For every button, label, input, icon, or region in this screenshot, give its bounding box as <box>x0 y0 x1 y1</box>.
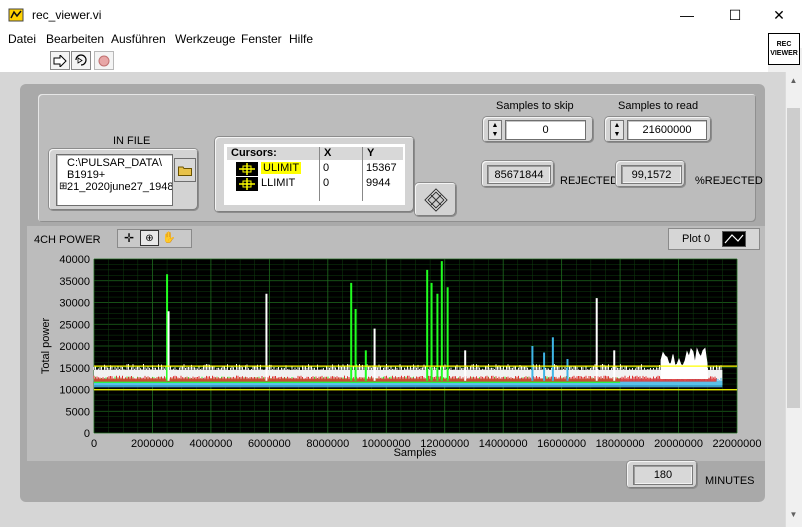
y-tick-label: 20000 <box>59 341 90 353</box>
y-tick-label: 15000 <box>59 363 90 375</box>
cursor-name-ulimit[interactable]: ULIMIT <box>261 162 302 174</box>
pct-rejected-label: %REJECTED <box>695 175 763 187</box>
rejected-indicator: 85671844 <box>487 165 551 184</box>
menu-datei[interactable]: Datei <box>8 32 36 46</box>
y-tick-label: 10000 <box>59 385 90 397</box>
scrollbar-thumb[interactable] <box>787 108 800 408</box>
cursor-y-llimit: 9944 <box>366 177 391 189</box>
x-tick-label: 20000000 <box>654 438 703 450</box>
rejected-label: REJECTED <box>560 175 619 187</box>
x-tick-label: 2000000 <box>131 438 174 450</box>
y-tick-label: 5000 <box>66 406 90 418</box>
minutes-indicator: 180 <box>633 465 693 485</box>
x-tick-label: 8000000 <box>306 438 349 450</box>
y-tick-label: 40000 <box>59 254 90 266</box>
zoom-tool-icon[interactable]: ⊕ <box>140 230 159 246</box>
in-file-path-field[interactable]: ⊞ C:\PULSAR_DATA\ B1919+ 21_2020june27_1… <box>56 154 173 206</box>
run-arrow-icon[interactable] <box>50 51 70 70</box>
close-button[interactable]: ✕ <box>756 0 802 30</box>
path-line: B1919+ <box>67 169 106 181</box>
x-tick-label: 6000000 <box>248 438 291 450</box>
scroll-down-icon[interactable]: ▼ <box>787 510 800 524</box>
menu-bearbeiten[interactable]: Bearbeiten <box>46 32 104 46</box>
x-tick-label: 16000000 <box>537 438 586 450</box>
cursor-move-icon[interactable] <box>415 183 456 216</box>
menu-fenster[interactable]: Fenster <box>241 32 282 46</box>
samples-to-read-input[interactable]: 21600000 <box>627 120 707 140</box>
samples-to-read-label: Samples to read <box>618 100 699 112</box>
cursor-x-ulimit: 0 <box>323 162 330 174</box>
x-axis-label: Samples <box>394 447 437 459</box>
pct-rejected-indicator: 99,1572 <box>621 165 682 184</box>
x-tick-label: 22000000 <box>713 438 762 450</box>
vi-icon-text: REC VIEWER <box>770 41 798 57</box>
path-line: C:\PULSAR_DATA\ <box>67 157 162 169</box>
x-tick-label: 0 <box>91 438 97 450</box>
plot-legend-label: Plot 0 <box>682 233 711 245</box>
samples-to-skip-input[interactable]: 0 <box>505 120 586 140</box>
series-band <box>94 378 717 382</box>
y-axis-label: Total power <box>40 318 52 375</box>
title-bar: rec_viewer.vi — ☐ ✕ <box>0 0 802 30</box>
y-tick-label: 25000 <box>59 319 90 331</box>
scroll-up-icon[interactable]: ▲ <box>787 76 800 90</box>
vi-icon: REC VIEWER <box>768 33 800 65</box>
read-stepper-icon[interactable]: ▲ ▼ <box>610 120 624 140</box>
menu-bar: Datei Bearbeiten Ausführen Werkzeuge Fen… <box>0 30 802 48</box>
cursor-y-ulimit: 15367 <box>366 162 397 174</box>
minimize-button[interactable]: — <box>664 0 710 30</box>
menu-hilfe[interactable]: Hilfe <box>289 32 313 46</box>
crosshair-icon <box>236 177 258 191</box>
run-continuously-icon[interactable] <box>71 51 91 70</box>
y-tick-label: 0 <box>84 428 90 440</box>
x-tick-label: 14000000 <box>479 438 528 450</box>
minutes-label: MINUTES <box>705 475 755 487</box>
folder-icon[interactable] <box>174 158 196 182</box>
y-axis-ticks: 0 5000 10000 15000 20000 25000 30000 35000 40000 <box>59 254 90 440</box>
abort-icon[interactable] <box>94 51 114 70</box>
menu-ausfuehren[interactable]: Ausführen <box>111 32 166 46</box>
y-tick-label: 35000 <box>59 276 90 288</box>
power-chart[interactable]: 0 5000 10000 15000 20000 25000 30000 35000 40000… <box>27 250 767 462</box>
skip-stepper-icon[interactable]: ▲ ▼ <box>488 120 502 140</box>
plot-line-swatch-icon[interactable] <box>722 231 746 247</box>
menu-werkzeuge[interactable]: Werkzeuge <box>175 32 235 46</box>
maximize-button[interactable]: ☐ <box>712 0 758 30</box>
cursor-header-name: Cursors: <box>227 147 319 160</box>
window-title: rec_viewer.vi <box>32 8 102 22</box>
samples-to-skip-label: Samples to skip <box>496 100 574 112</box>
crosshair-icon <box>236 162 258 176</box>
cursor-header-x: X <box>320 147 362 160</box>
x-tick-label: 4000000 <box>189 438 232 450</box>
cursor-header-y: Y <box>363 147 403 160</box>
crosshair-tool-icon[interactable]: ✛ <box>121 231 137 245</box>
chart-title: 4CH POWER <box>34 234 101 246</box>
toolbar <box>0 48 768 73</box>
cursor-legend-table[interactable]: Cursors: X Y ULIMIT 0 15367 LLIMIT 0 994… <box>224 144 405 205</box>
path-line: 21_2020june27_1948 <box>67 181 173 193</box>
labview-icon <box>8 8 24 22</box>
cursor-name-llimit[interactable]: LLIMIT <box>261 177 295 189</box>
y-tick-label: 30000 <box>59 298 90 310</box>
pan-hand-icon[interactable]: ✋ <box>161 231 177 244</box>
cursor-x-llimit: 0 <box>323 177 330 189</box>
x-tick-label: 18000000 <box>596 438 645 450</box>
in-file-label: IN FILE <box>113 135 151 147</box>
